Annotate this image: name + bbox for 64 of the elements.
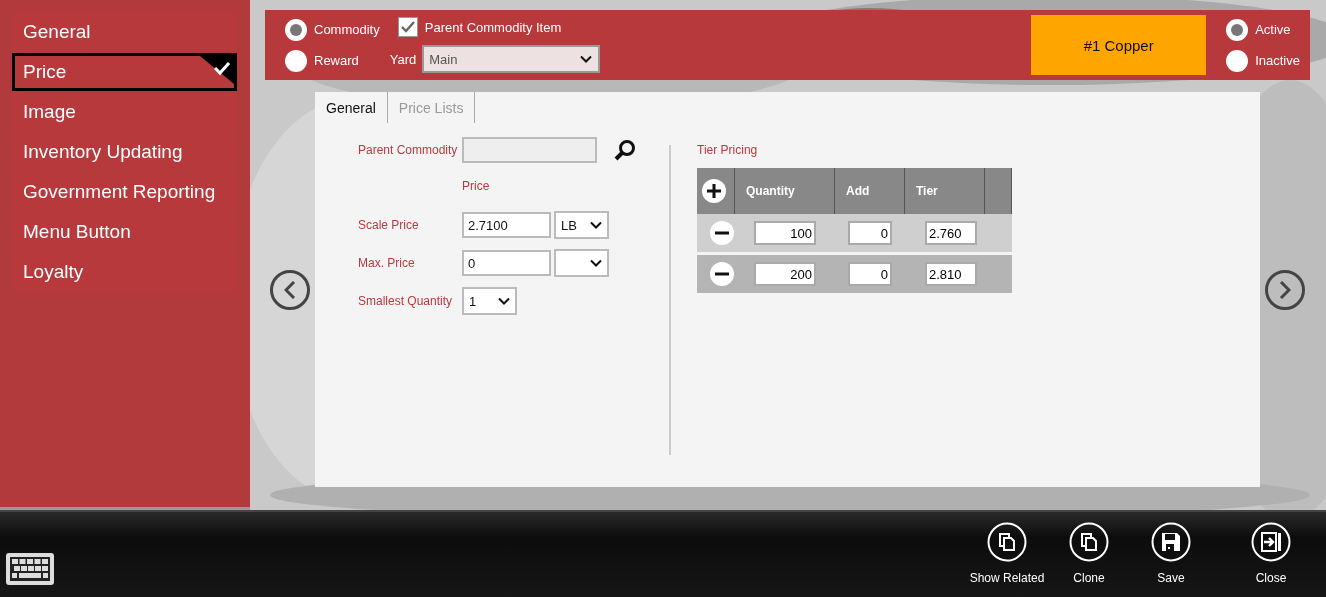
commodity-name: #1 Copper	[1031, 15, 1207, 75]
caret-icon	[498, 297, 510, 305]
toolbar-button[interactable]: Close	[1230, 512, 1312, 597]
sidebar-item[interactable]: Inventory Updating	[12, 133, 237, 171]
unit-dropdown[interactable]: LB	[554, 211, 609, 239]
check-icon	[200, 56, 234, 84]
yard-dropdown[interactable]: Main	[422, 45, 601, 73]
radio-label: Inactive	[1255, 53, 1300, 68]
copy-icon	[1069, 522, 1109, 562]
radio-button[interactable]	[1226, 18, 1249, 41]
column-header: Tier	[905, 168, 985, 214]
max-price-field[interactable]: 0	[462, 250, 551, 276]
sidebar-item[interactable]: General	[12, 13, 237, 51]
sidebar-item[interactable]: Loyalty	[12, 253, 237, 291]
radio-label: Active	[1255, 22, 1291, 37]
radio-button[interactable]	[1226, 49, 1249, 72]
radio-button[interactable]	[285, 49, 307, 72]
add-icon[interactable]	[701, 178, 727, 204]
sidebar-item[interactable]: Government Reporting	[12, 173, 237, 211]
radio-button[interactable]	[285, 18, 307, 41]
toolbar-button[interactable]: Show Related	[966, 512, 1048, 597]
add-field[interactable]: 0	[848, 221, 892, 245]
quantity-dropdown[interactable]: 1	[462, 287, 517, 315]
sidebar-item[interactable]: Image	[12, 93, 237, 131]
yard-label: Yard	[389, 51, 417, 67]
checkbox-label: Parent Commodity Item	[424, 19, 562, 35]
checkbox[interactable]	[397, 17, 418, 37]
field-label: Smallest Quantity	[358, 294, 454, 308]
parent-commodity-field[interactable]	[462, 137, 597, 163]
sidebar-item[interactable]: Menu Button	[12, 213, 237, 251]
save-icon	[1151, 522, 1191, 562]
radio-label: Reward	[314, 53, 359, 68]
copy-icon	[987, 522, 1027, 562]
previous-button[interactable]	[270, 269, 310, 310]
section-heading: Tier Pricing	[697, 143, 758, 157]
scale-price-field[interactable]: 2.7100	[462, 212, 551, 238]
remove-icon[interactable]	[709, 220, 735, 246]
search-icon[interactable]	[614, 139, 636, 161]
radio-label: Commodity	[314, 22, 380, 37]
section-heading: Price	[462, 179, 491, 193]
field-label: Parent Commodity	[358, 143, 459, 157]
caret-icon	[580, 55, 593, 63]
column-header: Quantity	[735, 168, 835, 214]
add-field[interactable]: 0	[848, 262, 892, 286]
remove-icon[interactable]	[709, 261, 735, 287]
tier-field[interactable]: 2.760	[925, 221, 977, 245]
quantity-field[interactable]: 100	[754, 221, 816, 245]
tab[interactable]: General	[315, 92, 388, 123]
field-label: Scale Price	[358, 218, 420, 232]
toolbar-button[interactable]: Save	[1130, 512, 1212, 597]
caret-icon	[590, 221, 602, 229]
quantity-field[interactable]: 200	[754, 262, 816, 286]
caret-icon	[590, 259, 602, 267]
column-header: Add	[835, 168, 905, 214]
next-button[interactable]	[1265, 269, 1305, 310]
chevron-left-icon	[284, 280, 296, 299]
field-label: Max. Price	[358, 256, 416, 270]
keyboard-icon[interactable]	[5, 551, 55, 586]
exit-icon	[1251, 522, 1291, 562]
tier-field[interactable]: 2.810	[925, 262, 977, 286]
unit-dropdown[interactable]	[554, 249, 609, 277]
sidebar-item[interactable]: Price	[12, 53, 237, 91]
chevron-right-icon	[1279, 280, 1291, 299]
toolbar-button[interactable]: Clone	[1048, 512, 1130, 597]
